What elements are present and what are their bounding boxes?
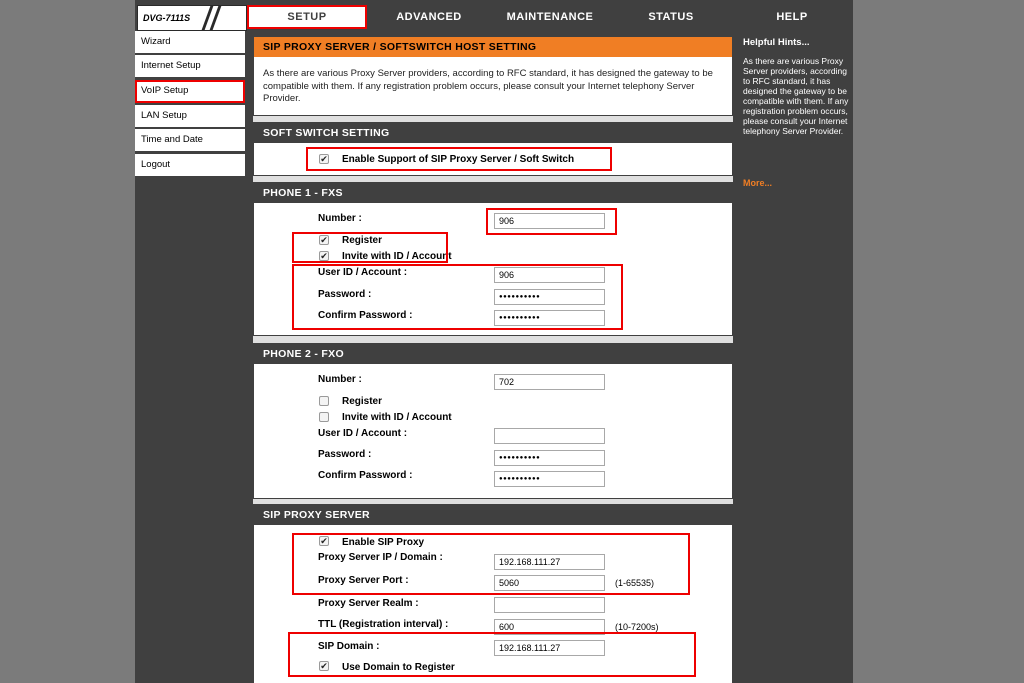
sidebar-item-lan-setup[interactable]: LAN Setup bbox=[135, 105, 245, 128]
phone1-register-checkbox[interactable]: ✔ bbox=[319, 235, 329, 245]
phone2-invite-checkbox[interactable] bbox=[319, 412, 329, 422]
phone1-userid-input[interactable]: 906 bbox=[494, 267, 605, 283]
phone2-section: PHONE 2 - FXO Number : 702 Register Invi… bbox=[253, 343, 733, 499]
tab-maintenance[interactable]: MAINTENANCE bbox=[491, 5, 609, 29]
ttl-label: TTL (Registration interval) : bbox=[318, 619, 449, 630]
section-title: SIP PROXY SERVER bbox=[254, 505, 732, 525]
router-admin-frame: DVG-7111S SETUP ADVANCED MAINTENANCE STA… bbox=[135, 0, 853, 683]
phone1-confirm-input[interactable]: ●●●●●●●●●● bbox=[494, 310, 605, 326]
tab-advanced[interactable]: ADVANCED bbox=[370, 5, 488, 29]
tab-help[interactable]: HELP bbox=[733, 5, 851, 29]
phone2-register-label: Register bbox=[342, 396, 383, 407]
sip-proxy-intro-section: SIP PROXY SERVER / SOFTSWITCH HOST SETTI… bbox=[253, 36, 733, 116]
section-title: SIP PROXY SERVER / SOFTSWITCH HOST SETTI… bbox=[254, 37, 732, 57]
proxy-ip-label: Proxy Server IP / Domain : bbox=[318, 552, 443, 563]
phone2-number-label: Number : bbox=[318, 374, 362, 385]
phone2-password-label: Password : bbox=[318, 449, 372, 460]
proxy-realm-input[interactable] bbox=[494, 597, 605, 613]
soft-switch-section: SOFT SWITCH SETTING ✔ Enable Support of … bbox=[253, 122, 733, 176]
phone2-userid-input[interactable] bbox=[494, 428, 605, 444]
main-content: SIP PROXY SERVER / SOFTSWITCH HOST SETTI… bbox=[253, 36, 733, 683]
tab-status[interactable]: STATUS bbox=[612, 5, 730, 29]
section-title: SOFT SWITCH SETTING bbox=[254, 123, 732, 143]
phone1-password-input[interactable]: ●●●●●●●●●● bbox=[494, 289, 605, 305]
sidebar-item-logout[interactable]: Logout bbox=[135, 154, 245, 177]
phone2-userid-label: User ID / Account : bbox=[318, 428, 408, 439]
enable-softswitch-label: Enable Support of SIP Proxy Server / Sof… bbox=[342, 154, 575, 165]
use-domain-checkbox[interactable]: ✔ bbox=[319, 661, 329, 671]
sidebar-item-voip-setup[interactable]: VoIP Setup bbox=[135, 80, 245, 103]
use-domain-label: Use Domain to Register bbox=[342, 662, 455, 673]
phone1-number-input[interactable]: 906 bbox=[494, 213, 605, 229]
phone1-userid-label: User ID / Account : bbox=[318, 267, 408, 278]
ttl-hint: (10-7200s) bbox=[615, 622, 659, 632]
help-more-link[interactable]: More... bbox=[743, 178, 772, 188]
phone1-register-label: Register bbox=[342, 235, 383, 246]
sip-proxy-section: SIP PROXY SERVER ✔ Enable SIP Proxy Prox… bbox=[253, 504, 733, 683]
enable-sip-proxy-checkbox[interactable]: ✔ bbox=[319, 536, 329, 546]
device-model: DVG-7111S bbox=[143, 13, 191, 23]
sidebar: Wizard Internet Setup VoIP Setup LAN Set… bbox=[135, 31, 247, 683]
sip-domain-input[interactable]: 192.168.111.27 bbox=[494, 640, 605, 656]
section-title: PHONE 1 - FXS bbox=[254, 183, 732, 203]
help-text: As there are various Proxy Server provid… bbox=[743, 56, 849, 136]
phone1-confirm-label: Confirm Password : bbox=[318, 310, 413, 321]
proxy-realm-label: Proxy Server Realm : bbox=[318, 598, 419, 609]
sidebar-item-time-and-date[interactable]: Time and Date bbox=[135, 129, 245, 152]
phone1-section: PHONE 1 - FXS Number : 906 ✔ Register ✔ … bbox=[253, 182, 733, 336]
phone2-invite-label: Invite with ID / Account bbox=[342, 412, 452, 423]
phone2-confirm-label: Confirm Password : bbox=[318, 470, 413, 481]
proxy-port-label: Proxy Server Port : bbox=[318, 575, 409, 586]
phone2-number-input[interactable]: 702 bbox=[494, 374, 605, 390]
phone1-invite-checkbox[interactable]: ✔ bbox=[319, 251, 329, 261]
tab-setup[interactable]: SETUP bbox=[247, 5, 367, 29]
sidebar-item-internet-setup[interactable]: Internet Setup bbox=[135, 55, 245, 78]
help-title: Helpful Hints... bbox=[743, 37, 810, 48]
device-logo: DVG-7111S bbox=[137, 5, 247, 31]
phone1-number-label: Number : bbox=[318, 213, 362, 224]
phone2-register-checkbox[interactable] bbox=[319, 396, 329, 406]
proxy-port-input[interactable]: 5060 bbox=[494, 575, 605, 591]
phone1-password-label: Password : bbox=[318, 289, 372, 300]
help-panel: Helpful Hints... As there are various Pr… bbox=[740, 36, 851, 683]
intro-text: As there are various Proxy Server provid… bbox=[263, 68, 713, 104]
phone1-invite-label: Invite with ID / Account bbox=[342, 251, 452, 262]
ttl-input[interactable]: 600 bbox=[494, 619, 605, 635]
section-title: PHONE 2 - FXO bbox=[254, 344, 732, 364]
enable-sip-proxy-label: Enable SIP Proxy bbox=[342, 537, 425, 548]
proxy-ip-input[interactable]: 192.168.111.27 bbox=[494, 554, 605, 570]
sip-domain-label: SIP Domain : bbox=[318, 641, 380, 652]
sidebar-item-wizard[interactable]: Wizard bbox=[135, 31, 245, 54]
proxy-port-hint: (1-65535) bbox=[615, 578, 655, 588]
enable-softswitch-checkbox[interactable]: ✔ bbox=[319, 154, 329, 164]
phone2-confirm-input[interactable]: ●●●●●●●●●● bbox=[494, 471, 605, 487]
phone2-password-input[interactable]: ●●●●●●●●●● bbox=[494, 450, 605, 466]
